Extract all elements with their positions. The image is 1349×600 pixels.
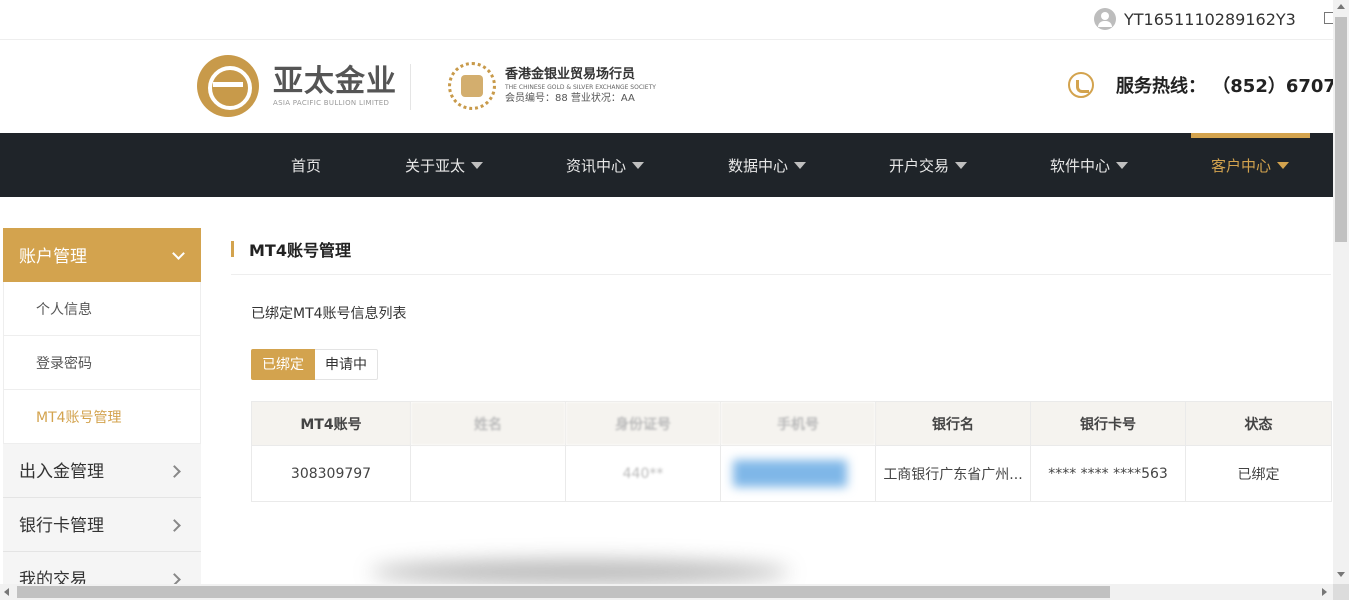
sidebar-item-login-password[interactable]: 登录密码 — [3, 336, 201, 390]
caret-down-icon — [471, 162, 484, 169]
username[interactable]: YT1651110289162Y3 — [1124, 10, 1296, 29]
hotline-label: 服务热线： — [1116, 76, 1206, 97]
table-header-row: MT4账号 姓名 身份证号 手机号 银行名 银行卡号 状态 — [251, 401, 1332, 446]
nav-about[interactable]: 关于亚太 — [405, 133, 484, 197]
nav-news[interactable]: 资讯中心 — [566, 133, 645, 197]
top-user-bar: YT1651110289162Y3 — [0, 0, 1338, 40]
nav-home[interactable]: 首页 — [291, 133, 321, 197]
nav-active-indicator — [1191, 133, 1310, 138]
sidebar-group-bank-cards[interactable]: 银行卡管理 — [3, 498, 201, 552]
exchange-seal-icon — [448, 62, 496, 110]
cell-id-number: 440** — [565, 445, 721, 502]
scroll-down-arrow-icon[interactable] — [1337, 572, 1345, 577]
cell-bank-name: 工商银行广东省广州... — [875, 445, 1031, 502]
chevron-right-icon — [168, 519, 181, 532]
caret-down-icon — [1116, 162, 1129, 169]
vertical-scroll-thumb[interactable] — [1335, 17, 1347, 242]
caret-down-icon — [794, 162, 807, 169]
cell-phone-redacted — [720, 445, 876, 502]
cell-name-redacted — [410, 445, 566, 502]
header-divider — [410, 64, 411, 110]
cell-card-number: **** **** ****563 — [1030, 445, 1186, 502]
vertical-scrollbar[interactable] — [1333, 0, 1349, 584]
col-header-card-number: 银行卡号 — [1030, 401, 1186, 446]
member-english: THE CHINESE GOLD & SILVER EXCHANGE SOCIE… — [505, 84, 656, 91]
col-header-id-number: 身份证号 — [565, 401, 721, 446]
sidebar-item-personal-info[interactable]: 个人信息 — [3, 282, 201, 336]
col-header-name: 姓名 — [410, 401, 566, 446]
sidebar-item-mt4-accounts[interactable]: MT4账号管理 — [3, 390, 201, 444]
nav-account-open[interactable]: 开户交易 — [889, 133, 968, 197]
page-title: MT4账号管理 — [231, 238, 351, 264]
scroll-right-arrow-icon[interactable] — [1322, 588, 1327, 596]
scrollbar-corner — [1333, 584, 1349, 600]
cell-status: 已绑定 — [1185, 445, 1332, 502]
caret-down-icon — [632, 162, 645, 169]
member-title: 香港金银业贸易场行员 — [505, 67, 636, 82]
logo-english-name: ASIA PACIFIC BULLION LIMITED — [273, 99, 390, 107]
sidebar-group-deposit-withdraw[interactable]: 出入金管理 — [3, 444, 201, 498]
service-hotline: 服务热线： （852）6707 — [1068, 72, 1336, 98]
tab-bound[interactable]: 已绑定 — [251, 349, 315, 380]
redaction-smudge — [370, 560, 790, 584]
sidebar-section-account[interactable]: 账户管理 — [3, 228, 201, 282]
scroll-up-arrow-icon[interactable] — [1337, 4, 1345, 9]
horizontal-scroll-thumb[interactable] — [17, 586, 1110, 598]
brand-logo[interactable]: 亚太金业 ASIA PACIFIC BULLION LIMITED — [197, 55, 397, 117]
site-header: 亚太金业 ASIA PACIFIC BULLION LIMITED 香港金银业贸… — [0, 40, 1336, 133]
status-tabs: 已绑定 申请中 — [251, 349, 378, 380]
logo-name: 亚太金业 — [273, 64, 397, 99]
scroll-left-arrow-icon[interactable] — [4, 588, 9, 596]
nav-data[interactable]: 数据中心 — [728, 133, 807, 197]
mt4-account-table: MT4账号 姓名 身份证号 手机号 银行名 银行卡号 状态 308309797 … — [251, 401, 1332, 502]
member-badge: 香港金银业贸易场行员 THE CHINESE GOLD & SILVER EXC… — [505, 66, 656, 106]
member-info: 会员编号：88 营业状况：AA — [505, 93, 635, 104]
chevron-right-icon — [168, 465, 181, 478]
col-header-mt4-account: MT4账号 — [251, 401, 411, 446]
hotline-number: （852）6707 — [1212, 76, 1336, 97]
table-row: 308309797 440** 工商银行广东省广州... **** **** *… — [251, 445, 1332, 502]
logo-globe-icon — [197, 55, 259, 117]
sidebar: 账户管理 个人信息 登录密码 MT4账号管理 出入金管理 银行卡管理 我的交易 — [3, 228, 201, 600]
title-divider — [231, 274, 1331, 275]
list-caption: 已绑定MT4账号信息列表 — [251, 306, 407, 322]
nav-client-center[interactable]: 客户中心 — [1211, 133, 1290, 197]
col-header-phone: 手机号 — [720, 401, 876, 446]
cell-mt4-account: 308309797 — [251, 445, 411, 502]
horizontal-scrollbar[interactable] — [0, 584, 1333, 600]
col-header-bank-name: 银行名 — [875, 401, 1031, 446]
caret-down-icon — [955, 162, 968, 169]
caret-down-icon — [1277, 162, 1290, 169]
nav-software[interactable]: 软件中心 — [1050, 133, 1129, 197]
tab-pending[interactable]: 申请中 — [315, 349, 378, 380]
col-header-status: 状态 — [1185, 401, 1332, 446]
main-nav: 首页 关于亚太 资讯中心 数据中心 开户交易 软件中心 客户中心 — [0, 133, 1333, 197]
user-avatar-icon — [1094, 8, 1116, 30]
user-account[interactable]: YT1651110289162Y3 — [1094, 8, 1296, 30]
phone-icon — [1068, 72, 1094, 98]
chevron-down-icon — [172, 247, 185, 260]
